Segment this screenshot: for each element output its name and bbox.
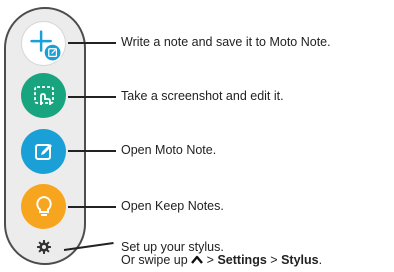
stylus-setup-line-2: Or swipe up > Settings > Stylus. bbox=[121, 253, 323, 267]
stylus-path-label: Stylus bbox=[281, 253, 319, 267]
add-note-icon bbox=[30, 30, 62, 62]
moto-note-icon bbox=[34, 143, 52, 160]
new-note-label: Write a note and save it to Moto Note. bbox=[121, 35, 331, 49]
screenshot-button[interactable] bbox=[21, 73, 66, 118]
callout-line-2 bbox=[68, 96, 116, 98]
keep-notes-button[interactable] bbox=[21, 184, 66, 229]
new-note-button[interactable] bbox=[21, 21, 66, 66]
screenshot-label: Take a screenshot and edit it. bbox=[121, 89, 284, 103]
chevron-up-icon bbox=[191, 255, 204, 264]
period: . bbox=[318, 253, 323, 267]
screenshot-edit-icon bbox=[33, 85, 54, 105]
callout-line-3 bbox=[68, 150, 116, 152]
stylus-setup-line-1: Set up your stylus. bbox=[121, 240, 224, 254]
swipe-up-text: Or swipe up bbox=[121, 253, 188, 267]
separator-1: > bbox=[206, 253, 214, 267]
gear-icon bbox=[37, 240, 51, 254]
callout-line-4 bbox=[68, 206, 116, 208]
settings-path-label: Settings bbox=[217, 253, 267, 267]
settings-button[interactable] bbox=[36, 239, 52, 255]
keep-notes-label: Open Keep Notes. bbox=[121, 199, 224, 213]
separator-2: > bbox=[270, 253, 278, 267]
lightbulb-icon bbox=[35, 195, 52, 216]
callout-line-1 bbox=[68, 42, 116, 44]
moto-note-button[interactable] bbox=[21, 129, 66, 174]
moto-note-label: Open Moto Note. bbox=[121, 143, 217, 157]
